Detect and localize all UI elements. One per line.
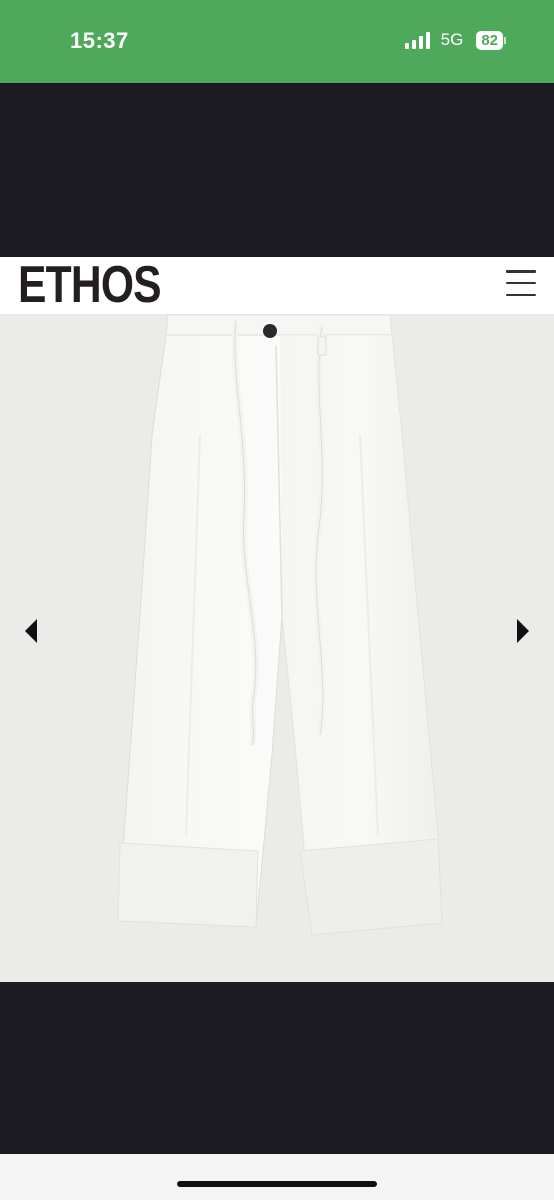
signal-bars-icon (404, 31, 430, 49)
product-image-carousel[interactable] (0, 315, 554, 982)
status-time: 15:37 (70, 28, 129, 53)
site-logo[interactable]: ETHOS (18, 258, 162, 312)
battery-tip (504, 36, 506, 44)
status-bar: 15:37 5G 82 (0, 0, 554, 83)
page-background-top (0, 83, 554, 257)
home-indicator[interactable] (177, 1181, 377, 1187)
status-indicators: 5G 82 (404, 30, 506, 50)
page-background-bottom (0, 982, 554, 1154)
hamburger-menu-icon[interactable] (506, 270, 536, 296)
triangle-left-icon (25, 619, 37, 643)
carousel-next-button[interactable] (511, 617, 535, 645)
site-header: ETHOS (0, 257, 554, 315)
triangle-right-icon (517, 619, 529, 643)
battery-icon: 82 (476, 30, 506, 50)
network-type: 5G (440, 30, 464, 49)
battery-level: 82 (476, 30, 503, 50)
carousel-prev-button[interactable] (19, 617, 43, 645)
product-image (117, 315, 443, 936)
bottom-bar (0, 1154, 554, 1200)
